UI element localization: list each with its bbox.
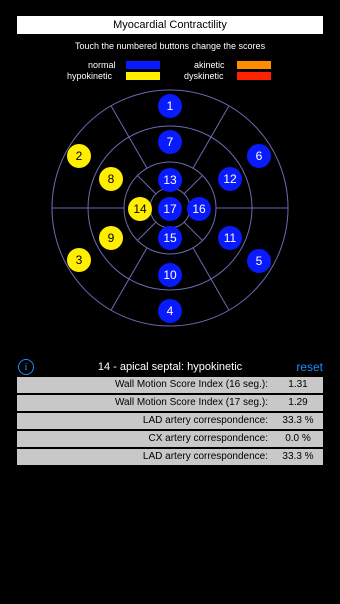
stats-row-lad-1: LAD artery correspondence: 33.3 % [17, 413, 323, 429]
segment-number: 17 [163, 202, 177, 216]
segment-number: 14 [133, 202, 147, 216]
reset-button[interactable]: reset [296, 360, 323, 374]
segment-button-8[interactable]: 8 [99, 167, 123, 191]
segment-button-1[interactable]: 1 [158, 94, 182, 118]
segment-number: 4 [167, 304, 174, 318]
segment-number: 2 [76, 149, 83, 163]
stats-label: CX artery correspondence: [148, 433, 268, 444]
segment-number: 5 [256, 254, 263, 268]
segment-number: 13 [163, 173, 177, 187]
divider-apical-135 [137, 175, 157, 195]
segment-number: 3 [76, 253, 83, 267]
divider-120 [110, 105, 148, 169]
segment-number: 10 [163, 268, 177, 282]
segment-button-14[interactable]: 14 [128, 197, 152, 221]
segment-number: 9 [108, 231, 115, 245]
segment-button-6[interactable]: 6 [247, 144, 271, 168]
segment-number: 15 [163, 231, 177, 245]
stats-row-wmsi-16: Wall Motion Score Index (16 seg.): 1.31 [17, 377, 323, 393]
segment-button-15[interactable]: 15 [158, 226, 182, 250]
divider-apical-225 [137, 221, 157, 241]
stats-row-lad-2: LAD artery correspondence: 33.3 % [17, 449, 323, 465]
stats-row-cx: CX artery correspondence: 0.0 % [17, 431, 323, 447]
stats-value: 1.29 [288, 397, 308, 408]
bullseye-diagram: 1234567891011121314151617 [51, 89, 289, 327]
divider-apical-45 [183, 175, 203, 195]
divider-60 [192, 105, 230, 169]
segment-button-7[interactable]: 7 [158, 130, 182, 154]
stats-label: Wall Motion Score Index (17 seg.): [114, 397, 268, 408]
stats-label: LAD artery correspondence: [142, 451, 268, 462]
segment-number: 1 [167, 99, 174, 113]
segment-number: 11 [224, 231, 237, 245]
segment-number: 12 [223, 172, 237, 186]
segment-button-4[interactable]: 4 [158, 299, 182, 323]
segment-button-5[interactable]: 5 [247, 249, 271, 273]
segment-button-2[interactable]: 2 [67, 144, 91, 168]
divider-300 [192, 247, 230, 311]
segment-number: 6 [256, 149, 263, 163]
selection-text: 14 - apical septal: hypokinetic [97, 361, 243, 373]
stats-value: 33.3 % [282, 451, 314, 462]
segment-button-17[interactable]: 17 [158, 197, 182, 221]
segment-number: 8 [108, 172, 115, 186]
segment-number: 16 [192, 202, 206, 216]
segment-button-3[interactable]: 3 [67, 248, 91, 272]
stats-value: 0.0 % [285, 433, 311, 444]
stats-label: Wall Motion Score Index (16 seg.): [114, 379, 268, 390]
segment-button-13[interactable]: 13 [158, 168, 182, 192]
segment-button-16[interactable]: 16 [187, 197, 211, 221]
divider-apical-315 [183, 221, 203, 241]
divider-240 [110, 247, 148, 311]
segment-button-9[interactable]: 9 [99, 226, 123, 250]
segment-number: 7 [167, 135, 174, 149]
stats-row-wmsi-17: Wall Motion Score Index (17 seg.): 1.29 [17, 395, 323, 411]
selection-row: i 14 - apical septal: hypokinetic reset [0, 359, 340, 375]
stats-value: 33.3 % [282, 415, 314, 426]
segment-button-10[interactable]: 10 [158, 263, 182, 287]
segment-button-11[interactable]: 11 [218, 226, 242, 250]
segment-button-12[interactable]: 12 [218, 167, 242, 191]
stats-table: Wall Motion Score Index (16 seg.): 1.31 … [17, 377, 323, 467]
stats-value: 1.31 [288, 379, 308, 390]
stats-label: LAD artery correspondence: [142, 415, 268, 426]
